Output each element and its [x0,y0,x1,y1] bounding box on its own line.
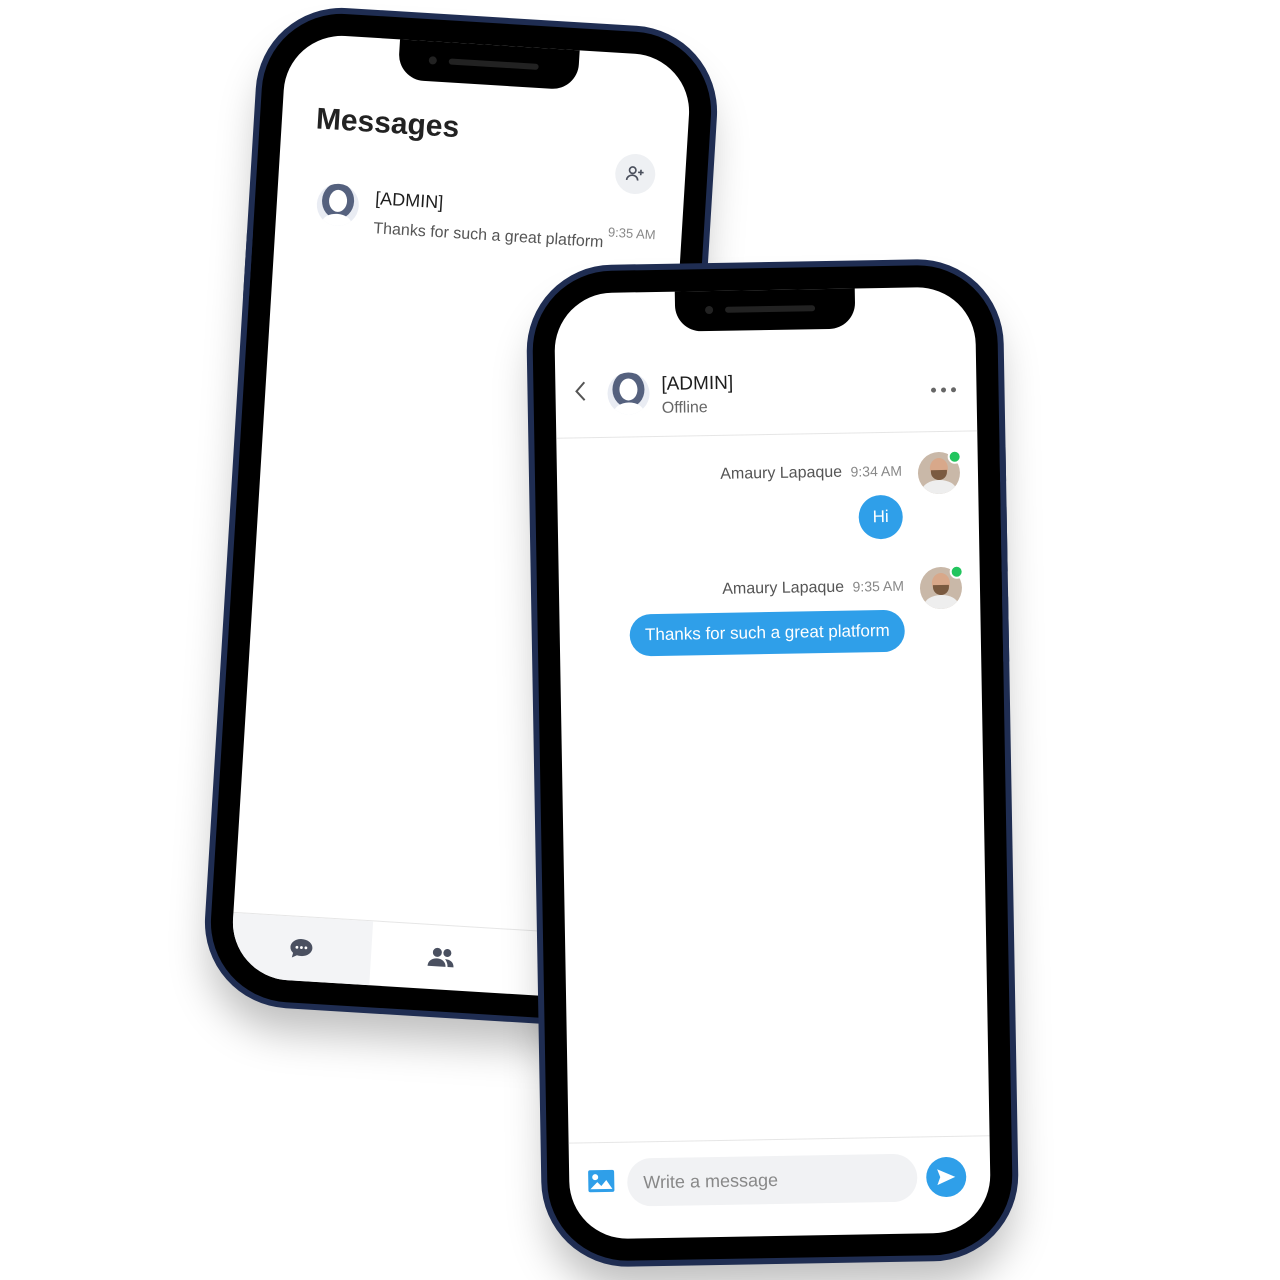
message-input[interactable] [626,1153,918,1207]
page-title: Messages [315,102,461,145]
contact-status: Offline [661,399,708,417]
message-meta: Amaury Lapaque 9:35 AM [722,578,904,599]
side-button [999,443,1007,484]
tab-contacts[interactable] [369,921,513,993]
conversation-name: [ADMIN] [374,188,444,213]
admin-avatar [607,372,650,415]
chat-bubble-icon [290,939,313,958]
message-item: Amaury Lapaque 9:34 AM Hi [580,449,962,559]
send-button[interactable] [925,1156,967,1198]
message-sender: Amaury Lapaque [722,578,845,598]
phone-chat: [ADMIN] Offline Amaury Lapaque 9:34 AM H… [531,264,1014,1262]
add-user-icon [625,166,644,181]
message-bubble: Thanks for such a great platform [629,609,906,657]
chevron-left-icon [575,381,586,401]
more-horizontal-icon [931,387,957,393]
contact-name: [ADMIN] [661,372,734,395]
side-button [1000,503,1008,574]
users-icon [427,947,454,968]
conversation-item[interactable]: [ADMIN] 9:35 AM Thanks for such a great … [314,182,658,274]
message-bubble: Hi [858,494,904,540]
message-item: Amaury Lapaque 9:35 AM Thanks for such a… [582,564,964,674]
side-button [242,228,254,299]
chat-screen: [ADMIN] Offline Amaury Lapaque 9:34 AM H… [553,286,992,1240]
back-button[interactable] [573,379,588,410]
side-button [1002,593,1010,664]
tab-messages[interactable] [229,912,374,986]
conversation-time: 9:35 AM [607,224,657,243]
message-composer [568,1135,992,1240]
online-indicator [947,449,962,464]
send-icon [937,1169,956,1186]
message-time: 9:34 AM [850,462,903,480]
online-indicator [949,564,964,579]
more-options-button[interactable] [930,373,957,399]
conversation-preview: Thanks for such a great platform [372,220,604,252]
attach-image-button[interactable] [587,1169,616,1198]
admin-avatar [315,182,361,228]
phone-notch [674,288,855,332]
image-icon [588,1169,615,1193]
new-chat-button[interactable] [614,152,657,196]
chat-header: [ADMIN] Offline [554,346,978,439]
message-meta: Amaury Lapaque 9:34 AM [720,463,902,484]
message-sender: Amaury Lapaque [720,463,843,483]
message-time: 9:35 AM [852,577,905,595]
